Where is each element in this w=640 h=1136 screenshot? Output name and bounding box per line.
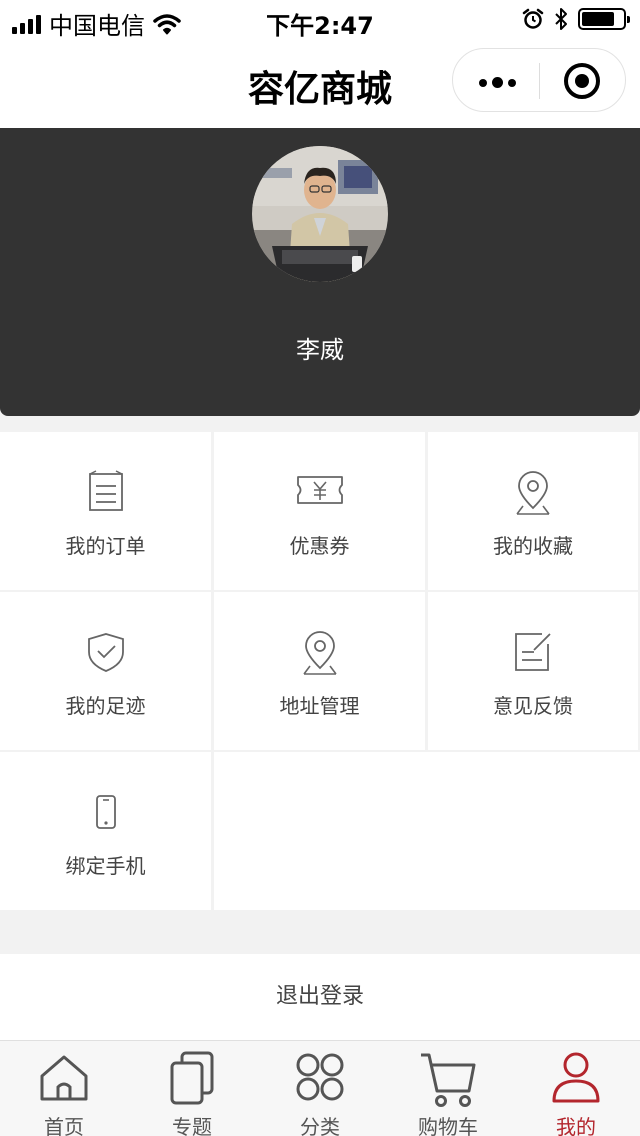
menu-grid: 我的订单 优惠券 我的收藏 我的足迹 地址管理 意见反馈 绑定手机 xyxy=(0,432,640,912)
username: 李威 xyxy=(296,336,344,364)
menu-item-label: 意见反馈 xyxy=(493,694,573,718)
topic-cards-icon xyxy=(128,1049,256,1111)
profile-header: 李威 xyxy=(0,128,640,416)
tab-label: 专题 xyxy=(172,1115,212,1136)
menu-item-label: 我的订单 xyxy=(65,534,146,558)
bluetooth-icon xyxy=(555,8,567,30)
feedback-edit-icon xyxy=(428,630,638,676)
menu-item-address[interactable]: 地址管理 xyxy=(214,592,425,750)
tab-categories[interactable]: 分类 xyxy=(256,1041,384,1136)
battery-icon xyxy=(578,8,630,30)
menu-item-label: 我的足迹 xyxy=(65,694,146,718)
menu-item-coupons[interactable]: 优惠券 xyxy=(214,432,425,590)
tab-label: 分类 xyxy=(300,1115,340,1136)
tab-mine[interactable]: 我的 xyxy=(512,1041,640,1136)
phone-icon xyxy=(0,790,211,836)
cart-icon xyxy=(384,1049,512,1111)
favorite-pin-icon xyxy=(428,470,638,516)
capsule-divider xyxy=(539,63,540,99)
coupon-icon xyxy=(214,470,425,516)
tab-cart[interactable]: 购物车 xyxy=(384,1041,512,1136)
menu-item-label: 地址管理 xyxy=(279,694,360,718)
user-icon xyxy=(512,1049,640,1111)
menu-item-label: 优惠券 xyxy=(289,534,350,558)
menu-item-orders[interactable]: 我的订单 xyxy=(0,432,211,590)
more-dots-icon[interactable] xyxy=(479,77,516,88)
menu-item-favorites[interactable]: 我的收藏 xyxy=(428,432,638,590)
menu-empty-cell xyxy=(214,752,640,910)
tab-label: 我的 xyxy=(556,1115,596,1136)
shield-check-icon xyxy=(0,630,211,676)
page: 中国电信 下午2:47 容亿商城 李威 我的订单 优惠券 我的收藏 我的足迹 地… xyxy=(0,0,640,1136)
status-bar: 中国电信 下午2:47 xyxy=(0,0,640,40)
target-close-icon[interactable] xyxy=(564,63,600,99)
menu-item-bind-phone[interactable]: 绑定手机 xyxy=(0,752,211,910)
nav-bar: 容亿商城 xyxy=(0,40,640,128)
alarm-icon xyxy=(522,8,544,29)
location-pin-icon xyxy=(214,630,425,676)
avatar[interactable] xyxy=(252,146,388,282)
battery-level xyxy=(582,12,614,26)
tab-home[interactable]: 首页 xyxy=(0,1041,128,1136)
logout-button[interactable]: 退出登录 xyxy=(0,954,640,1040)
tab-topics[interactable]: 专题 xyxy=(128,1041,256,1136)
mini-program-capsule xyxy=(452,48,626,112)
menu-item-footprints[interactable]: 我的足迹 xyxy=(0,592,211,750)
order-list-icon xyxy=(0,470,211,516)
category-circles-icon xyxy=(256,1049,384,1111)
tab-label: 首页 xyxy=(44,1115,84,1136)
menu-item-label: 我的收藏 xyxy=(493,534,573,558)
status-right xyxy=(522,7,630,31)
tab-bar: 首页 专题 分类 购物车 我的 xyxy=(0,1040,640,1136)
home-icon xyxy=(0,1049,128,1111)
menu-item-label: 绑定手机 xyxy=(65,854,146,878)
tab-label: 购物车 xyxy=(418,1115,478,1136)
menu-item-feedback[interactable]: 意见反馈 xyxy=(428,592,638,750)
